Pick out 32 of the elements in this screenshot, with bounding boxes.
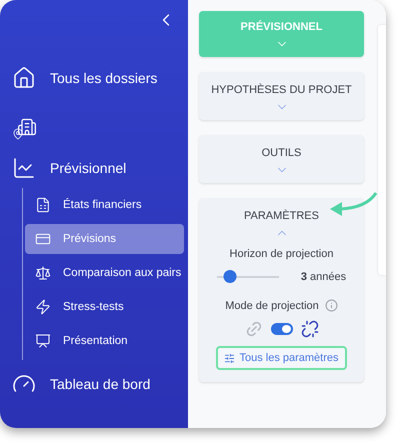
nav-subitem[interactable]: Comparaison aux pairs	[25, 258, 184, 288]
document-icon	[35, 197, 51, 213]
lightning-icon	[35, 299, 51, 315]
info-icon[interactable]	[324, 299, 338, 312]
nav-label: Présentation	[63, 335, 128, 347]
horizon-value: 3 années	[300, 270, 346, 282]
line-chart-icon	[12, 156, 36, 180]
nav-item[interactable]: Tous les dossiers	[50, 70, 158, 86]
nav-subitem[interactable]: Présentation	[25, 326, 184, 356]
nav-item[interactable]: Prévisionnel	[50, 160, 126, 176]
section-title[interactable]: HYPOTHÈSES DU PROJET	[211, 84, 352, 96]
section-title[interactable]: PARAMÈTRES	[244, 210, 319, 222]
scale-icon	[35, 265, 51, 281]
mode-toggle[interactable]	[270, 323, 292, 335]
location-building-icon[interactable]	[12, 116, 37, 140]
nav-label: Comparaison aux pairs	[63, 267, 182, 279]
slider-thumb[interactable]	[224, 270, 237, 283]
nav-label: Stress-tests	[63, 301, 124, 313]
broken-link-icon	[300, 320, 318, 338]
horizon-label: Horizon de projection	[230, 248, 334, 260]
nav-subitem[interactable]: États financiers	[25, 190, 184, 220]
all-parameters-button[interactable]: Tous les paramètres	[216, 346, 347, 370]
nav-item[interactable]: Tableau de bord	[50, 376, 150, 392]
section-title[interactable]: OUTILS	[262, 147, 302, 159]
nav-label: Prévisions	[63, 233, 116, 245]
presentation-icon	[35, 333, 51, 349]
mode-label: Mode de projection	[225, 300, 319, 312]
nav-subitem[interactable]: Stress-tests	[25, 292, 184, 322]
sliders-icon	[224, 352, 236, 364]
home-icon	[12, 66, 36, 90]
card-icon	[35, 231, 51, 247]
nav-label: États financiers	[63, 199, 142, 211]
